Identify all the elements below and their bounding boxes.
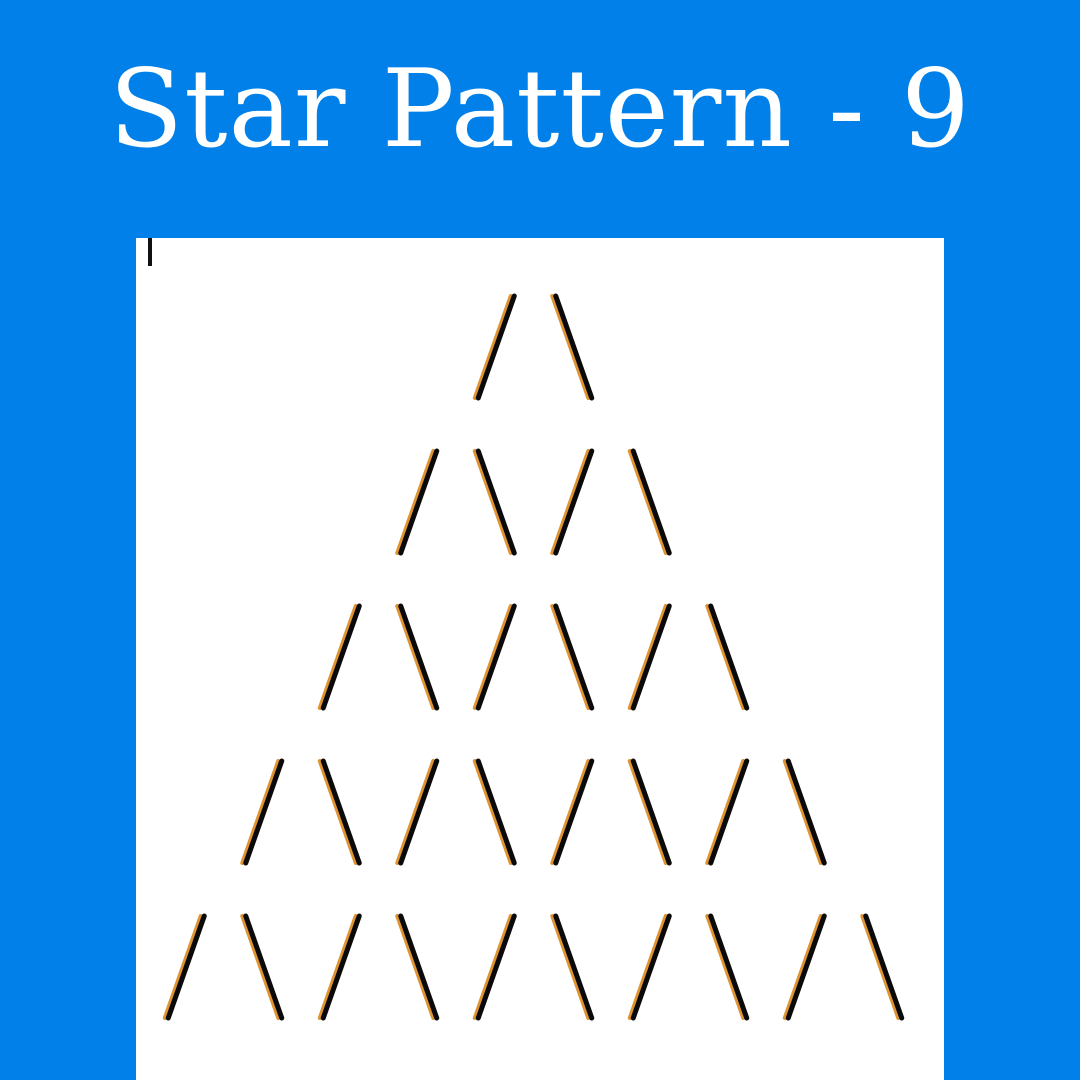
forward-slash [550,448,595,556]
forward-slash [162,913,207,1021]
forward-slash [705,758,750,866]
forward-slash [472,603,517,711]
forward-slash [550,758,595,866]
back-slash [705,913,750,1021]
forward-slash [317,913,362,1021]
back-slash [472,758,517,866]
back-slash [860,913,905,1021]
forward-slash [395,448,440,556]
back-slash [395,913,440,1021]
back-slash [317,758,362,866]
forward-slash [472,913,517,1021]
forward-slash [627,603,672,711]
forward-slash [472,293,517,401]
back-slash [550,293,595,401]
back-slash [782,758,827,866]
forward-slash [782,913,827,1021]
forward-slash [317,603,362,711]
forward-slash [627,913,672,1021]
pattern-panel [136,238,944,1080]
title: Star Pattern - 9 [109,47,971,172]
back-slash [240,913,285,1021]
back-slash [550,603,595,711]
back-slash [705,603,750,711]
forward-slash [240,758,285,866]
back-slash [627,758,672,866]
back-slash [472,448,517,556]
pattern-drawing [162,293,905,1021]
back-slash [627,448,672,556]
back-slash [550,913,595,1021]
back-slash [395,603,440,711]
forward-slash [395,758,440,866]
